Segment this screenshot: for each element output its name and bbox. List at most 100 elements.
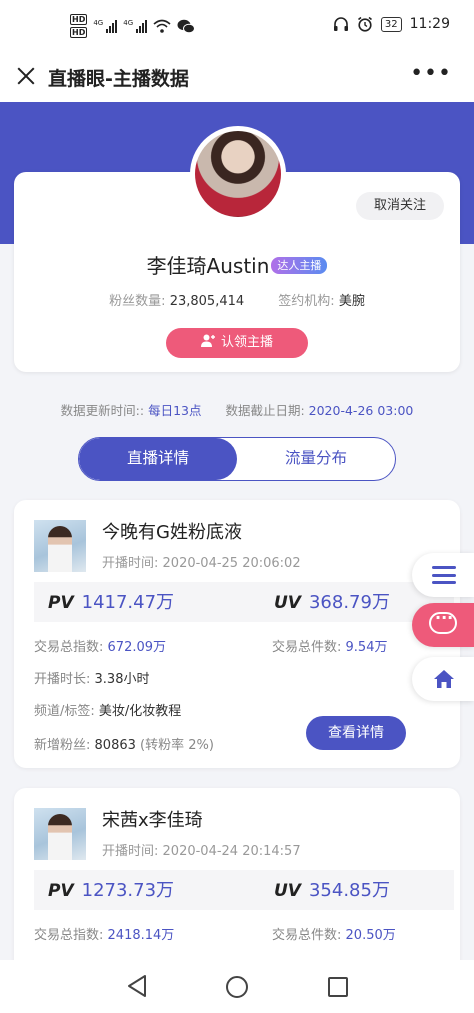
- start-time-value: 2020-04-25 20:06:02: [162, 556, 301, 571]
- pv-stat: PV 1417.47万: [48, 588, 174, 614]
- live-title: 今晚有G姓粉底液: [102, 522, 242, 543]
- fans-label: 粉丝数量:: [109, 294, 166, 309]
- user-add-icon: [200, 334, 215, 347]
- pv-value: 1417.47万: [81, 592, 175, 613]
- start-time-value: 2020-04-24 20:14:57: [162, 844, 301, 859]
- trade-count-label: 交易总件数:: [272, 928, 342, 943]
- trade-count-label: 交易总件数:: [272, 640, 342, 655]
- signal-icon: 4G: [93, 19, 118, 33]
- signal-icon: 4G: [123, 19, 148, 33]
- claim-anchor-label: 认领主播: [220, 335, 273, 350]
- live-thumbnail: [34, 520, 86, 572]
- uv-stat: UV 354.85万: [274, 876, 390, 902]
- recent-apps-icon[interactable]: [328, 977, 348, 997]
- close-icon[interactable]: [14, 64, 38, 88]
- view-details-button[interactable]: 查看详情: [306, 716, 406, 750]
- channel-row: 频道/标签: 美妆/化妆教程: [34, 700, 181, 719]
- headphones-icon: [333, 16, 348, 31]
- trade-count-row: 交易总件数: 9.54万: [272, 636, 387, 655]
- back-icon[interactable]: [126, 974, 148, 998]
- uv-stat: UV 368.79万: [274, 588, 390, 614]
- hd-badge: HD: [70, 27, 88, 38]
- network-type: 4G: [123, 19, 134, 27]
- clock: 11:29: [409, 16, 450, 32]
- update-time-label: 数据更新时间::: [60, 403, 145, 418]
- channel-label: 频道/标签:: [34, 704, 95, 719]
- live-start-time: 开播时间: 2020-04-25 20:06:02: [102, 552, 301, 571]
- trade-index-label: 交易总指数:: [34, 640, 104, 655]
- home-icon: [434, 670, 454, 688]
- new-fans-label: 新增粉丝:: [34, 738, 91, 753]
- trade-index-value: 672.09万: [107, 640, 167, 655]
- duration-label: 开播时长:: [34, 672, 91, 687]
- trade-index-row: 交易总指数: 672.09万: [34, 636, 166, 655]
- new-fans-row: 新增粉丝: 80863 (转粉率 2%): [34, 734, 214, 753]
- uv-label: UV: [274, 593, 301, 613]
- org-label: 签约机构:: [278, 294, 335, 309]
- update-time-value: 每日13点: [148, 403, 202, 418]
- network-type: 4G: [93, 19, 104, 27]
- live-start-time: 开播时间: 2020-04-24 20:14:57: [102, 840, 301, 859]
- floating-chat-button[interactable]: [412, 603, 474, 647]
- live-session-card[interactable]: 今晚有G姓粉底液 开播时间: 2020-04-25 20:06:02 PV 141…: [14, 500, 460, 768]
- tab-traffic-distribution[interactable]: 流量分布: [237, 438, 395, 480]
- pv-uv-row: PV 1273.73万 UV 354.85万: [34, 870, 454, 910]
- trade-count-row: 交易总件数: 20.50万: [272, 924, 396, 943]
- status-right: 32 11:29: [333, 16, 450, 32]
- avatar: [195, 131, 281, 217]
- pv-uv-row: PV 1417.47万 UV 368.79万: [34, 582, 454, 622]
- new-fans-value: 80863: [94, 738, 136, 753]
- unfollow-button[interactable]: 取消关注: [356, 192, 444, 220]
- floating-menu-button[interactable]: [412, 553, 474, 597]
- start-time-label: 开播时间:: [102, 844, 159, 859]
- trade-index-label: 交易总指数:: [34, 928, 104, 943]
- claim-anchor-button[interactable]: 认领主播: [166, 328, 308, 358]
- update-info: 数据更新时间:: 每日13点 数据截止日期: 2020-4-26 03:00: [0, 400, 474, 419]
- anchor-type-badge: 达人主播: [271, 257, 328, 274]
- pv-value: 1273.73万: [81, 880, 175, 901]
- status-bar: HD HD 4G 4G 32 11:29: [0, 0, 474, 52]
- fans-value: 23,805,414: [169, 294, 245, 309]
- page-title: 直播眼-主播数据: [48, 68, 189, 90]
- trade-index-value: 2418.14万: [107, 928, 175, 943]
- tab-switch: 直播详情 流量分布: [78, 437, 396, 481]
- start-time-label: 开播时间:: [102, 556, 159, 571]
- anchor-name: 李佳琦Austin: [146, 254, 270, 278]
- live-thumbnail: [34, 808, 86, 860]
- floating-home-button[interactable]: [412, 657, 474, 701]
- more-menu-icon[interactable]: •••: [410, 63, 452, 85]
- pv-stat: PV 1273.73万: [48, 876, 174, 902]
- alarm-icon: [357, 16, 372, 32]
- pv-label: PV: [48, 881, 74, 901]
- uv-label: UV: [274, 881, 301, 901]
- wechat-icon: [177, 19, 196, 33]
- pv-label: PV: [48, 593, 74, 613]
- hd-badge: HD: [70, 14, 88, 25]
- duration-row: 开播时长: 3.38小时: [34, 668, 149, 687]
- status-left: HD HD 4G 4G: [70, 14, 196, 38]
- trade-count-value: 9.54万: [345, 640, 388, 655]
- battery-indicator: 32: [380, 16, 402, 32]
- chat-icon: [429, 608, 457, 634]
- menu-icon: [432, 566, 456, 584]
- uv-value: 368.79万: [308, 592, 390, 613]
- anchor-name-row: 李佳琦Austin 达人主播: [14, 250, 460, 279]
- trade-index-row: 交易总指数: 2418.14万: [34, 924, 174, 943]
- system-nav-bar: [0, 960, 474, 1013]
- tab-live-details[interactable]: 直播详情: [79, 438, 237, 480]
- conversion-rate: (转粉率 2%): [140, 738, 214, 753]
- live-title: 宋茜x李佳琦: [102, 810, 203, 831]
- anchor-stats-row: 粉丝数量: 23,805,414 签约机构: 美腕: [14, 290, 460, 309]
- uv-value: 354.85万: [308, 880, 390, 901]
- duration-value: 3.38小时: [94, 672, 150, 687]
- home-circle-icon[interactable]: [226, 976, 248, 998]
- live-session-card[interactable]: 宋茜x李佳琦 开播时间: 2020-04-24 20:14:57 PV 1273.…: [14, 788, 460, 988]
- deadline-value: 2020-4-26 03:00: [308, 403, 414, 418]
- hd-indicators: HD HD: [70, 14, 88, 38]
- title-bar: 直播眼-主播数据 •••: [0, 52, 474, 102]
- trade-count-value: 20.50万: [345, 928, 396, 943]
- avatar-frame: [190, 126, 286, 222]
- org-value: 美腕: [338, 294, 365, 309]
- wifi-icon: [153, 19, 171, 33]
- channel-value: 美妆/化妆教程: [98, 704, 182, 719]
